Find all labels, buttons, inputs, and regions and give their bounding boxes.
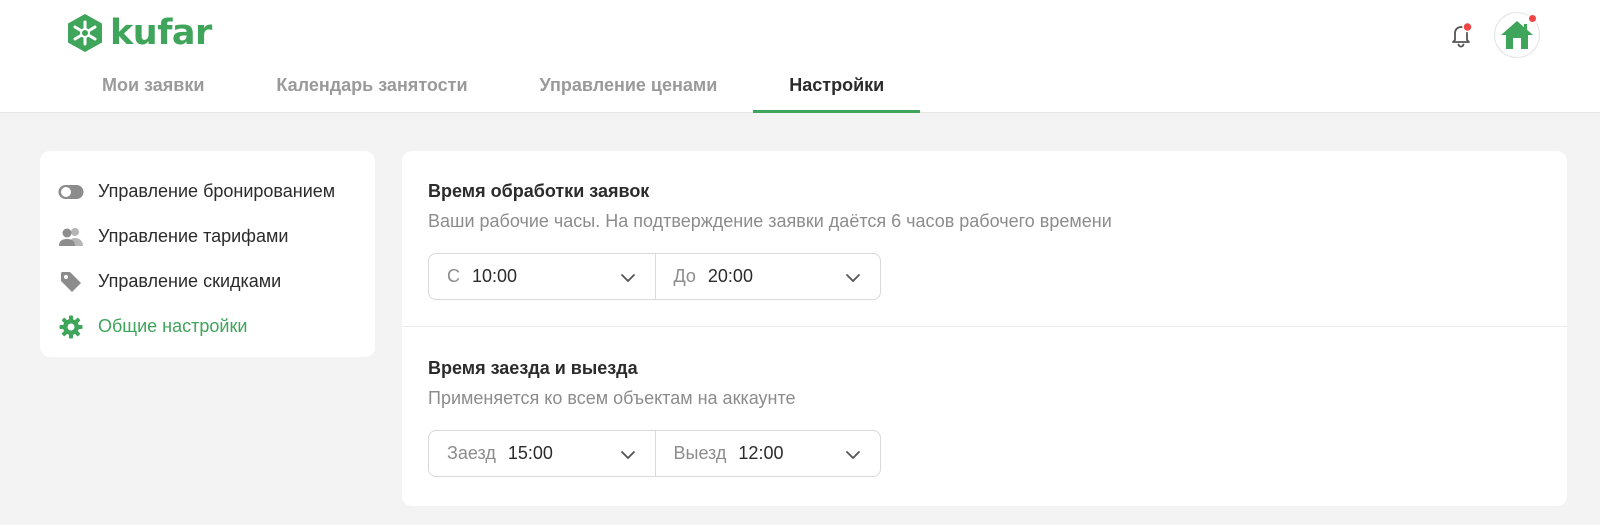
general-settings-panel: Время обработки заявок Ваши рабочие часы… (402, 151, 1567, 506)
house-icon (1501, 21, 1533, 49)
from-label: С (447, 266, 460, 286)
sidebar-item-label: Управление тарифами (98, 226, 289, 246)
to-label: До (673, 266, 696, 286)
avatar[interactable] (1494, 12, 1540, 58)
checkout-time-select[interactable]: Выезд 12:00 (654, 431, 881, 476)
from-time-select[interactable]: С 10:00 (429, 254, 655, 299)
checkin-time-select[interactable]: Заезд 15:00 (429, 431, 655, 476)
users-icon (58, 224, 84, 250)
sidebar-item-discounts[interactable]: Управление скидками (58, 259, 375, 304)
top-header: kufar Мои заявки Календарь занятости Упр… (0, 0, 1600, 113)
chevron-down-icon (846, 451, 860, 459)
section-description: Ваши рабочие часы. На подтверждение заяв… (428, 211, 1112, 231)
chevron-down-icon (620, 274, 635, 282)
from-value: 10:00 (472, 266, 518, 286)
checkout-label: Выезд (673, 443, 727, 463)
kufar-logo[interactable]: kufar (66, 13, 212, 53)
to-value: 20:00 (707, 266, 753, 286)
gear-icon (58, 314, 84, 340)
settings-sidebar: Управление бронированием Управление тари… (40, 151, 375, 357)
section-description: Применяется ко всем объектам на аккаунте (428, 388, 796, 408)
sidebar-item-tariffs[interactable]: Управление тарифами (58, 214, 375, 259)
chevron-down-icon (846, 274, 860, 282)
sidebar-item-label: Управление скидками (98, 271, 282, 291)
tag-icon (58, 269, 84, 295)
sidebar-item-booking[interactable]: Управление бронированием (58, 169, 375, 214)
checkin-value: 15:00 (507, 443, 553, 463)
section-title: Время обработки заявок (428, 181, 650, 201)
working-hours-picker: С 10:00 До 20:00 (428, 253, 881, 300)
checkin-checkout-picker: Заезд 15:00 Выезд 12:00 (428, 430, 881, 477)
checkout-value: 12:00 (738, 443, 784, 463)
sidebar-item-label: Управление бронированием (98, 181, 336, 201)
tab-settings[interactable]: Настройки (753, 68, 921, 113)
bell-icon[interactable] (1446, 20, 1476, 50)
notification-badge (1527, 13, 1538, 24)
sidebar-item-label: Общие настройки (98, 316, 248, 336)
toggle-icon (58, 179, 84, 205)
tab-my-requests[interactable]: Мои заявки (66, 68, 240, 113)
chevron-down-icon (620, 451, 635, 459)
to-time-select[interactable]: До 20:00 (654, 254, 881, 299)
main-tabs: Мои заявки Календарь занятости Управлени… (66, 68, 921, 113)
tab-price-management[interactable]: Управление ценами (504, 68, 754, 113)
processing-time-section: Время обработки заявок Ваши рабочие часы… (402, 151, 1567, 327)
section-title: Время заезда и выезда (428, 358, 638, 378)
tab-calendar[interactable]: Календарь занятости (240, 68, 503, 113)
kufar-logo-icon (68, 14, 102, 52)
brand-name: kufar (110, 13, 212, 53)
checkin-checkout-section: Время заезда и выезда Применяется ко все… (402, 328, 1567, 506)
sidebar-item-general-settings[interactable]: Общие настройки (58, 304, 375, 349)
checkin-label: Заезд (447, 443, 496, 463)
